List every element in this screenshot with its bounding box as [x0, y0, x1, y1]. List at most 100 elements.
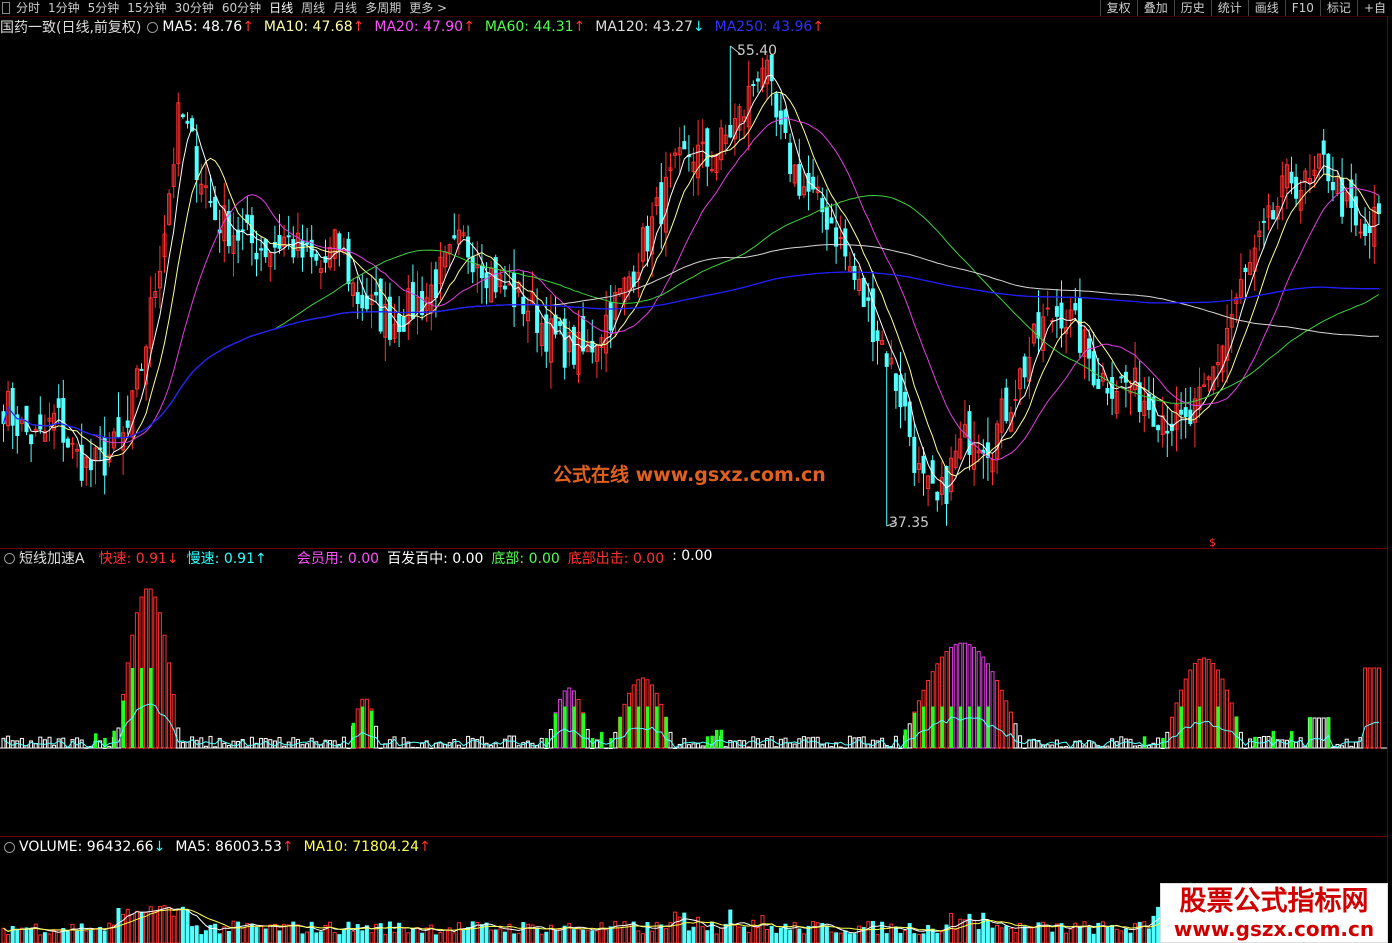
volume-bar [535, 927, 540, 943]
volume-bar [305, 931, 310, 943]
timeframe-tab[interactable]: 多周期 [365, 0, 401, 16]
indicator-field-value: 0.91 [223, 551, 255, 567]
bottom-signal-bar [351, 722, 356, 748]
settings-circle-icon[interactable] [4, 552, 15, 564]
volume-bar [190, 926, 195, 943]
candle-body [1073, 303, 1078, 311]
volume-bar [751, 919, 756, 943]
volume-bar [539, 933, 544, 943]
indicator-bar [650, 684, 655, 749]
ma-text: MA60: 44.31 [484, 19, 574, 35]
volume-bar [788, 929, 793, 943]
indicator-bar [659, 703, 664, 749]
volume-bar [939, 931, 944, 943]
bottom-signal-bar [1308, 717, 1312, 748]
timeframe-tab[interactable]: 15分钟 [127, 0, 166, 16]
toolbar-button[interactable]: F10 [1284, 0, 1320, 16]
ma-text: MA120: 43.27 [595, 19, 693, 35]
toolbar-button[interactable]: 画线 [1247, 0, 1285, 16]
volume-bar [314, 932, 319, 943]
volume-bar [801, 933, 806, 943]
indicator-bar [185, 741, 190, 749]
candle-body [346, 238, 351, 284]
volume-bar [383, 934, 388, 943]
indicator-field-value: 0.00 [681, 548, 713, 564]
settings-circle-icon[interactable] [4, 841, 15, 853]
candle-body [659, 182, 664, 225]
bottom-signal-bar [1326, 717, 1331, 748]
volume-bar [847, 933, 852, 943]
indicator-bar [401, 737, 406, 749]
panel-toggle-icon[interactable] [2, 2, 10, 14]
volume-field: MA10: 71804.24↑ [304, 839, 431, 855]
toolbar-button[interactable]: 历史 [1173, 0, 1211, 16]
volume-bar [185, 909, 190, 943]
candle-body [277, 235, 282, 249]
indicator-bar [1372, 667, 1377, 749]
site-logo: 股票公式指标网 www.gszx.com.cn [1160, 883, 1388, 943]
volume-bar [760, 915, 765, 943]
bottom-signal-bar [1179, 706, 1184, 748]
indicator-bar [801, 736, 806, 749]
ma-text: MA10: 47.68 [263, 19, 353, 35]
chart-title: 国药一致(日线,前复权) [0, 20, 142, 36]
bottom-signal-bar [705, 736, 710, 748]
bottom-signal-bar [986, 706, 990, 748]
volume-bar [866, 921, 871, 943]
indicator-bar [263, 737, 268, 749]
timeframe-tab[interactable]: 周线 [301, 0, 325, 16]
indicator-panel[interactable] [0, 568, 1392, 836]
indicator-bar [415, 747, 420, 749]
timeframe-tab[interactable]: 1分钟 [48, 0, 80, 16]
candle-body [208, 200, 213, 203]
toolbar-button[interactable]: +自 [1356, 0, 1392, 16]
volume-bar [645, 922, 650, 943]
timeframe-tab[interactable]: 5分钟 [88, 0, 120, 16]
toolbar-button[interactable]: 叠加 [1136, 0, 1174, 16]
volume-bar [1004, 925, 1009, 943]
indicator-bar [162, 634, 167, 749]
volume-bar [898, 932, 903, 943]
candle-body [1091, 351, 1096, 386]
volume-bar [512, 933, 517, 943]
volume-bar [107, 922, 112, 943]
toolbar-button[interactable]: 复权 [1099, 0, 1137, 16]
indicator-legend: 短线加速A 快速: 0.91↓ 慢速: 0.91↑ 会员用: 0.00 百发百中: 0… [0, 548, 728, 568]
candle-body [1367, 225, 1372, 233]
indicator-chart[interactable] [0, 568, 1388, 836]
volume-bar [328, 921, 333, 943]
trend-arrow-icon: ↑ [812, 19, 824, 35]
candle-body [125, 420, 130, 428]
volume-bar [438, 931, 443, 943]
trend-arrow-icon: ↓ [166, 551, 179, 567]
indicator-bar [461, 747, 466, 749]
timeframe-tab[interactable]: 更多 > [409, 0, 447, 16]
indicator-bar [990, 671, 995, 749]
timeframe-tab[interactable]: 月线 [333, 0, 357, 16]
volume-bar [774, 932, 779, 943]
volume-bar [461, 929, 466, 943]
indicator-bar [438, 742, 443, 749]
toolbar-button[interactable]: 标记 [1319, 0, 1357, 16]
settings-circle-icon[interactable] [147, 21, 159, 33]
timeframe-tab[interactable]: 60分钟 [222, 0, 261, 16]
candle-body [360, 294, 365, 309]
toolbar-button[interactable]: 统计 [1210, 0, 1248, 16]
volume-bar [1068, 928, 1073, 943]
volume-bar [1142, 921, 1147, 943]
timeframe-tab[interactable]: 日线 [269, 0, 293, 16]
volume-bar [893, 926, 898, 943]
indicator-bar [1363, 667, 1368, 749]
indicator-bar [1353, 741, 1358, 749]
candle-body [1105, 388, 1110, 394]
volume-bar [493, 929, 498, 943]
volume-bar [217, 933, 222, 943]
timeframe-tab[interactable]: 分时 [16, 0, 40, 16]
indicator-bar [673, 747, 678, 749]
volume-bar [1128, 932, 1133, 943]
indicator-bar [332, 740, 337, 749]
indicator-bar [309, 737, 314, 749]
timeframe-tab[interactable]: 30分钟 [175, 0, 214, 16]
ma-value-label: MA5: 48.76↑ [162, 19, 254, 35]
indicator-bar [305, 743, 310, 749]
